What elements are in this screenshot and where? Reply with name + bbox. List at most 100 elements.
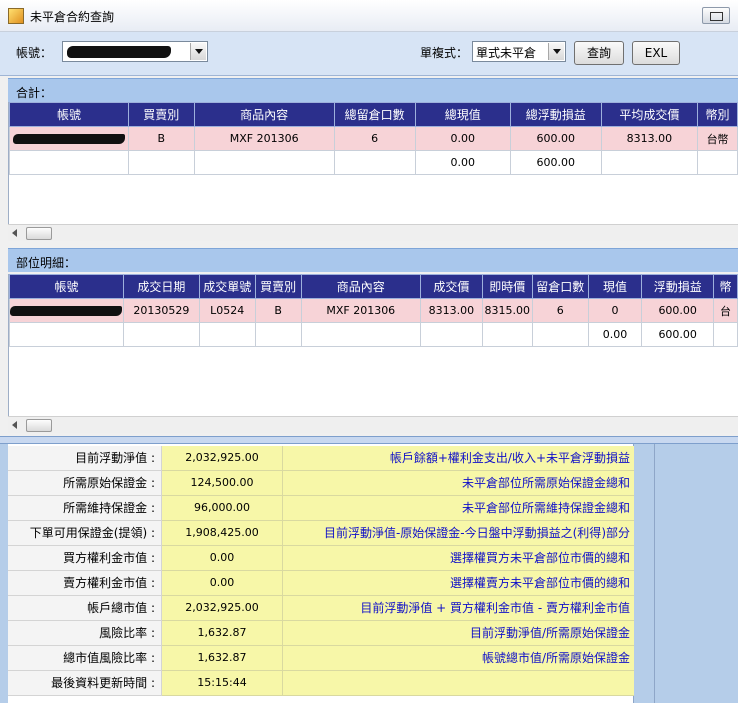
query-button[interactable]: 查詢 [574,41,624,65]
table-row[interactable]: 0.00 600.00 [9,150,738,175]
summary-description: 未平倉部位所需原始保證金總和 [283,471,634,496]
column-header[interactable]: 商品內容 [300,274,421,299]
column-header[interactable]: 總浮動損益 [509,102,602,127]
column-header[interactable]: 買賣別 [127,102,195,127]
column-header[interactable]: 買賣別 [254,274,302,299]
totals-section-header: 合計： [8,78,738,102]
summary-label: 下單可用保證金(提領) : [8,521,162,546]
summary-value: 1,632.87 [162,646,283,671]
position-type-select[interactable]: 單式未平倉 [472,41,566,62]
column-header[interactable]: 帳號 [9,102,129,127]
table-row[interactable]: 20130529 L0524 B MXF 201306 8313.00 8315… [9,298,738,323]
restore-window-button[interactable] [702,7,730,24]
account-cell [9,126,129,151]
table-cell [697,150,738,175]
query-toolbar: 帳號： 單複式： 單式未平倉 查詢 EXL [0,32,738,76]
table-cell: 600.00 [641,298,715,323]
table-cell: 20130529 [122,298,200,323]
column-header[interactable]: 商品內容 [193,102,335,127]
summary-label: 賣方權利金市值 : [8,571,162,596]
column-header[interactable]: 總留倉口數 [333,102,416,127]
summary-label: 所需原始保證金 : [8,471,162,496]
summary-row: 買方權利金市值 : 0.00 選擇權買方未平倉部位市價的總和 [8,546,634,571]
column-header[interactable]: 現值 [587,274,643,299]
column-header[interactable]: 即時價 [481,274,533,299]
column-header[interactable]: 成交日期 [122,274,200,299]
summary-description: 未平倉部位所需維持保證金總和 [283,496,634,521]
table-cell [333,150,416,175]
table-cell [254,322,302,347]
summary-value: 2,032,925.00 [162,446,283,471]
summary-value: 15:15:44 [162,671,283,696]
table-cell [531,322,589,347]
scroll-left-icon[interactable] [12,421,17,429]
scroll-left-icon[interactable] [12,229,17,237]
summary-description: 目前浮動淨值-原始保證金-今日盤中浮動損益之(利得)部分 [283,521,634,546]
column-header[interactable]: 幣 [713,274,738,299]
totals-table: 帳號 買賣別 商品內容 總留倉口數 總現值 總浮動損益 平均成交價 幣別 B M… [9,102,738,175]
column-header[interactable]: 成交單號 [198,274,256,299]
redacted-account [67,46,171,58]
table-cell: L0524 [198,298,256,323]
table-cell: 0 [587,298,643,323]
detail-section-title: 部位明細： [16,256,77,270]
table-row[interactable]: 0.00 600.00 [9,322,738,347]
summary-value: 2,032,925.00 [162,596,283,621]
summary-row: 風險比率 : 1,632.87 目前浮動淨值/所需原始保證金 [8,621,634,646]
summary-label: 帳戶總市值 : [8,596,162,621]
summary-description [283,671,634,696]
table-cell: 8315.00 [481,298,533,323]
table-cell [481,322,533,347]
table-cell [300,322,421,347]
table-cell: 6 [333,126,416,151]
summary-row: 所需原始保證金 : 124,500.00 未平倉部位所需原始保證金總和 [8,471,634,496]
summary-description: 目前浮動淨值 + 買方權利金市值 - 賣方權利金市值 [283,596,634,621]
table-cell [193,150,335,175]
summary-label: 總市值風險比率 : [8,646,162,671]
account-cell [9,298,124,323]
summary-description: 目前浮動淨值/所需原始保證金 [283,621,634,646]
table-cell: 8313.00 [419,298,483,323]
panel-divider [654,444,655,703]
table-cell: MXF 201306 [300,298,421,323]
detail-table: 帳號 成交日期 成交單號 買賣別 商品內容 成交價 即時價 留倉口數 現值 浮動… [9,274,738,347]
table-cell: B [127,126,195,151]
summary-row: 所需維持保證金 : 96,000.00 未平倉部位所需維持保證金總和 [8,496,634,521]
chevron-down-icon[interactable] [548,43,564,60]
summary-value: 0.00 [162,571,283,596]
column-header[interactable]: 帳號 [9,274,124,299]
scrollbar-thumb[interactable] [26,227,52,240]
column-header[interactable]: 成交價 [419,274,483,299]
column-header[interactable]: 總現值 [414,102,511,127]
scrollbar-thumb[interactable] [26,419,52,432]
column-header[interactable]: 留倉口數 [531,274,589,299]
summary-description: 帳號總市值/所需原始保證金 [283,646,634,671]
table-cell: 台 [713,298,738,323]
position-type-value: 單式未平倉 [476,46,537,60]
column-header[interactable]: 平均成交價 [600,102,699,127]
summary-label: 所需維持保證金 : [8,496,162,521]
summary-value: 0.00 [162,546,283,571]
table-cell: 0.00 [414,126,511,151]
chevron-down-icon[interactable] [190,43,206,60]
column-header[interactable]: 浮動損益 [641,274,715,299]
summary-value: 96,000.00 [162,496,283,521]
table-cell: 台幣 [697,126,738,151]
table-cell: 8313.00 [600,126,699,151]
detail-horizontal-scrollbar[interactable] [8,416,738,433]
detail-grid: 帳號 成交日期 成交單號 買賣別 商品內容 成交價 即時價 留倉口數 現值 浮動… [8,274,738,416]
summary-description: 選擇權賣方未平倉部位市價的總和 [283,571,634,596]
summary-row: 總市值風險比率 : 1,632.87 帳號總市值/所需原始保證金 [8,646,634,671]
summary-value: 1,908,425.00 [162,521,283,546]
title-bar: 未平倉合約查詢 [0,0,738,32]
table-cell [127,150,195,175]
table-cell [198,322,256,347]
totals-header-row: 帳號 買賣別 商品內容 總留倉口數 總現值 總浮動損益 平均成交價 幣別 [9,102,738,127]
export-excel-button[interactable]: EXL [632,41,680,65]
summary-row: 賣方權利金市值 : 0.00 選擇權賣方未平倉部位市價的總和 [8,571,634,596]
table-row[interactable]: B MXF 201306 6 0.00 600.00 8313.00 台幣 [9,126,738,151]
summary-label: 最後資料更新時間 : [8,671,162,696]
totals-horizontal-scrollbar[interactable] [8,224,738,241]
column-header[interactable]: 幣別 [697,102,738,127]
account-select[interactable] [62,41,208,62]
